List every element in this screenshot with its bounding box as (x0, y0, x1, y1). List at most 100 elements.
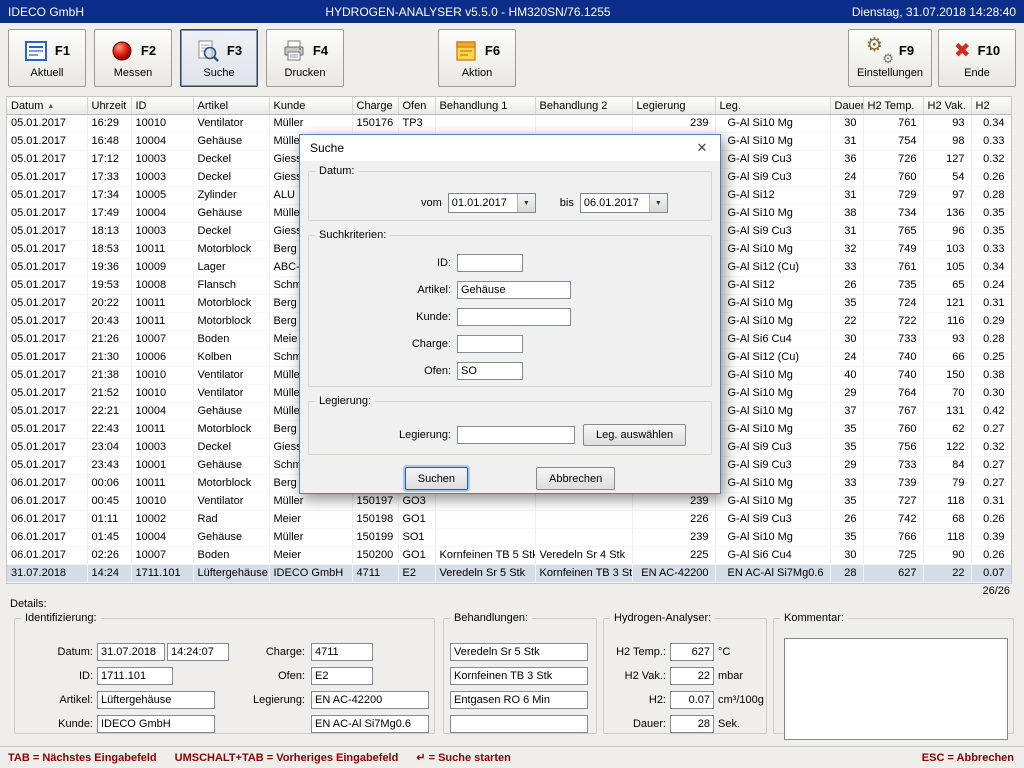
column-header-uhrzeit[interactable]: Uhrzeit (87, 97, 131, 115)
behandlung-4-input[interactable] (450, 715, 588, 733)
charge-label: Charge: (235, 646, 305, 658)
date-to-combo[interactable]: ▼ (580, 193, 668, 213)
behandlung-3-input[interactable] (450, 691, 588, 709)
column-header-datum[interactable]: Datum▲ (7, 97, 87, 115)
date-group-legend: Datum: (315, 165, 358, 177)
printer-icon (282, 39, 306, 63)
button-label: Aktuell (30, 67, 63, 79)
date-to-dropdown-button[interactable]: ▼ (649, 194, 667, 212)
app-title: HYDROGEN-ANALYSER v5.5.0 - HM320SN/76.12… (84, 5, 852, 19)
record-count: 26/26 (982, 585, 1010, 597)
detail-zeit-input[interactable] (167, 643, 229, 661)
dialog-close-icon[interactable]: ✕ (684, 135, 720, 161)
datum-label: Datum: (23, 646, 93, 658)
behandlung-2-input[interactable] (450, 667, 588, 685)
dauer-input[interactable] (670, 715, 714, 733)
table-row[interactable]: 06.01.201701:1110002RadMeier150198GO1226… (7, 511, 1011, 529)
date-from-input[interactable] (449, 195, 517, 211)
button-label: Einstellungen (857, 67, 923, 79)
detail-datum-input[interactable] (97, 643, 165, 661)
button-label: Drucken (285, 67, 326, 79)
f1-aktuell-button[interactable]: F1 Aktuell (8, 29, 86, 87)
date-from-combo[interactable]: ▼ (448, 193, 536, 213)
column-header-behandlung-2[interactable]: Behandlung 2 (535, 97, 632, 115)
h2-temp-input[interactable] (670, 643, 714, 661)
f2-messen-button[interactable]: F2 Messen (94, 29, 172, 87)
table-row[interactable]: 05.01.201716:2910010VentilatorMüller1501… (7, 115, 1011, 133)
detail-artikel-input[interactable] (97, 691, 215, 709)
button-label: Suche (203, 67, 234, 79)
table-row[interactable]: 06.01.201702:2610007BodenMeier150200GO1K… (7, 547, 1011, 565)
column-header-legierung[interactable]: Legierung (632, 97, 715, 115)
alloy-legend: Legierung: (315, 395, 375, 407)
detail-charge-input[interactable] (311, 643, 373, 661)
fkey-label: F10 (978, 43, 1000, 58)
behandlungen-legend: Behandlungen: (450, 612, 532, 624)
detail-legierung-input[interactable] (311, 691, 429, 709)
f10-ende-button[interactable]: ✖ F10 Ende (938, 29, 1016, 87)
suchen-button[interactable]: Suchen (405, 467, 468, 490)
dialog-body: Datum: vom ▼ bis ▼ Suchkriterien: (300, 161, 720, 493)
column-header-behandlung-1[interactable]: Behandlung 1 (435, 97, 535, 115)
hydrogen-analyser-group: Hydrogen-Analyser: H2 Temp.: °C H2 Vak.:… (603, 612, 767, 734)
fkey-label: F3 (227, 43, 242, 58)
abbrechen-button[interactable]: Abbrechen (536, 467, 615, 490)
details-heading: Details: (10, 598, 47, 610)
column-header-ofen[interactable]: Ofen (398, 97, 435, 115)
leg-auswaehlen-button[interactable]: Leg. auswählen (583, 424, 686, 446)
search-charge-input[interactable] (457, 335, 523, 353)
column-header-h2-vak-[interactable]: H2 Vak. (923, 97, 971, 115)
fkey-label: F6 (485, 43, 500, 58)
table-row[interactable]: 06.01.201701:4510004GehäuseMüller150199S… (7, 529, 1011, 547)
h2-vak-label: H2 Vak.: (608, 670, 666, 682)
legierung-label: Legierung: (235, 694, 305, 706)
statusbar: TAB = Nächstes Eingabefeld UMSCHALT+TAB … (0, 746, 1024, 768)
fkey-label: F4 (313, 43, 328, 58)
search-ofen-input[interactable] (457, 362, 523, 380)
f9-einstellungen-button[interactable]: ⚙⚙ F9 Einstellungen (848, 29, 932, 87)
f3-suche-button[interactable]: F3 Suche (180, 29, 258, 87)
record-icon (110, 39, 134, 63)
column-header-charge[interactable]: Charge (352, 97, 398, 115)
column-header-id[interactable]: ID (131, 97, 193, 115)
f4-drucken-button[interactable]: F4 Drucken (266, 29, 344, 87)
bis-label: bis (560, 197, 574, 209)
detail-ofen-input[interactable] (311, 667, 373, 685)
kommentar-textarea[interactable] (784, 638, 1008, 740)
column-header-artikel[interactable]: Artikel (193, 97, 269, 115)
f6-aktion-button[interactable]: F6 Aktion (438, 29, 516, 87)
table-row[interactable]: 31.07.201814:241711.101LüftergehäuseIDEC… (7, 565, 1011, 583)
column-header-h2[interactable]: H2 (971, 97, 1011, 115)
dialog-titlebar[interactable]: Suche ✕ (300, 135, 720, 161)
column-header-leg-[interactable]: Leg. (715, 97, 830, 115)
table-row[interactable]: 06.01.201700:4510010VentilatorMüller1501… (7, 493, 1011, 511)
column-header-kunde[interactable]: Kunde (269, 97, 352, 115)
search-legierung-input[interactable] (457, 426, 575, 444)
close-x-icon: ✖ (954, 41, 971, 61)
date-from-dropdown-button[interactable]: ▼ (517, 194, 535, 212)
criteria-legend: Suchkriterien: (315, 229, 390, 241)
search-id-input[interactable] (457, 254, 523, 272)
behandlung-1-input[interactable] (450, 643, 588, 661)
kommentar-group: Kommentar: (773, 612, 1014, 734)
search-artikel-input[interactable] (457, 281, 571, 299)
hint-shift-tab: UMSCHALT+TAB = Vorheriges Eingabefeld (175, 752, 399, 764)
kommentar-legend: Kommentar: (780, 612, 848, 624)
h2-input[interactable] (670, 691, 714, 709)
list-icon (24, 39, 48, 63)
detail-id-input[interactable] (97, 667, 173, 685)
search-kunde-input[interactable] (457, 308, 571, 326)
search-kunde-label: Kunde: (309, 311, 451, 323)
behandlungen-group: Behandlungen: (443, 612, 597, 734)
column-header-dauer[interactable]: Dauer (830, 97, 863, 115)
search-legierung-label: Legierung: (309, 429, 451, 441)
sort-asc-icon: ▲ (47, 103, 54, 110)
chevron-down-icon: ▼ (523, 200, 530, 207)
detail-kunde-input[interactable] (97, 715, 215, 733)
date-to-input[interactable] (581, 195, 649, 211)
detail-legierung2-input[interactable] (311, 715, 429, 733)
h2-vak-input[interactable] (670, 667, 714, 685)
h2-temp-label: H2 Temp.: (608, 646, 666, 658)
dauer-label: Dauer: (608, 718, 666, 730)
column-header-h2-temp-[interactable]: H2 Temp. (863, 97, 923, 115)
